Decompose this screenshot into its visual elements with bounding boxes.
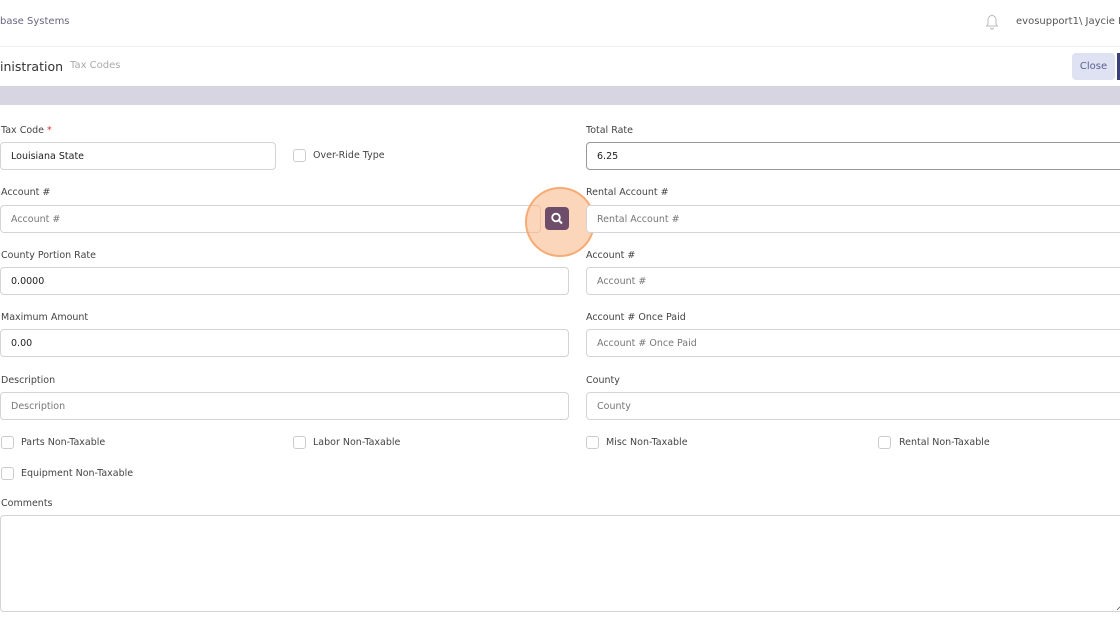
county-portion-rate-label: County Portion Rate bbox=[1, 250, 96, 261]
parts-non-taxable-label: Parts Non-Taxable bbox=[21, 437, 106, 448]
parts-non-taxable-checkbox[interactable] bbox=[1, 436, 14, 449]
maximum-amount-input[interactable] bbox=[0, 329, 569, 357]
account-once-paid-input[interactable] bbox=[586, 329, 1120, 357]
rental-non-taxable-label: Rental Non-Taxable bbox=[899, 437, 990, 448]
description-input[interactable] bbox=[0, 392, 569, 420]
override-type-label: Over-Ride Type bbox=[313, 150, 385, 161]
county-input[interactable] bbox=[586, 392, 1120, 420]
equipment-non-taxable-checkbox[interactable] bbox=[1, 467, 14, 480]
rental-account-input[interactable] bbox=[586, 205, 1120, 233]
rental-account-label: Rental Account # bbox=[586, 187, 669, 198]
override-type-checkbox[interactable] bbox=[293, 149, 306, 162]
equipment-non-taxable-label: Equipment Non-Taxable bbox=[21, 468, 134, 479]
total-rate-input[interactable] bbox=[586, 142, 1120, 170]
user-name[interactable]: evosupport1\ Jaycie Rob bbox=[1016, 16, 1120, 27]
misc-non-taxable-label: Misc Non-Taxable bbox=[606, 437, 688, 448]
bell-icon[interactable] bbox=[985, 14, 999, 30]
account2-input[interactable] bbox=[586, 267, 1120, 295]
close-button[interactable]: Close bbox=[1072, 53, 1115, 80]
tax-code-input[interactable] bbox=[0, 142, 276, 170]
brand-name: base Systems bbox=[0, 16, 70, 27]
comments-label: Comments bbox=[1, 498, 53, 509]
breadcrumb-page: Tax Codes bbox=[70, 60, 121, 71]
maximum-amount-label: Maximum Amount bbox=[1, 312, 89, 323]
section-band bbox=[0, 86, 1120, 105]
county-label: County bbox=[586, 375, 620, 386]
comments-textarea[interactable] bbox=[0, 515, 1120, 612]
account-search-button[interactable] bbox=[545, 207, 569, 230]
rental-non-taxable-checkbox[interactable] bbox=[878, 436, 891, 449]
account-label: Account # bbox=[1, 187, 51, 198]
county-portion-rate-input[interactable] bbox=[0, 267, 569, 295]
account2-label: Account # bbox=[586, 250, 636, 261]
account-input[interactable] bbox=[0, 205, 541, 233]
top-bar bbox=[0, 0, 1120, 47]
account-once-paid-label: Account # Once Paid bbox=[586, 312, 686, 323]
labor-non-taxable-label: Labor Non-Taxable bbox=[313, 437, 401, 448]
labor-non-taxable-checkbox[interactable] bbox=[293, 436, 306, 449]
misc-non-taxable-checkbox[interactable] bbox=[586, 436, 599, 449]
total-rate-label: Total Rate bbox=[586, 125, 633, 136]
tax-code-label: Tax Code * bbox=[1, 125, 52, 136]
description-label: Description bbox=[1, 375, 56, 386]
search-icon bbox=[551, 212, 563, 225]
breadcrumb-section[interactable]: inistration bbox=[0, 59, 63, 74]
